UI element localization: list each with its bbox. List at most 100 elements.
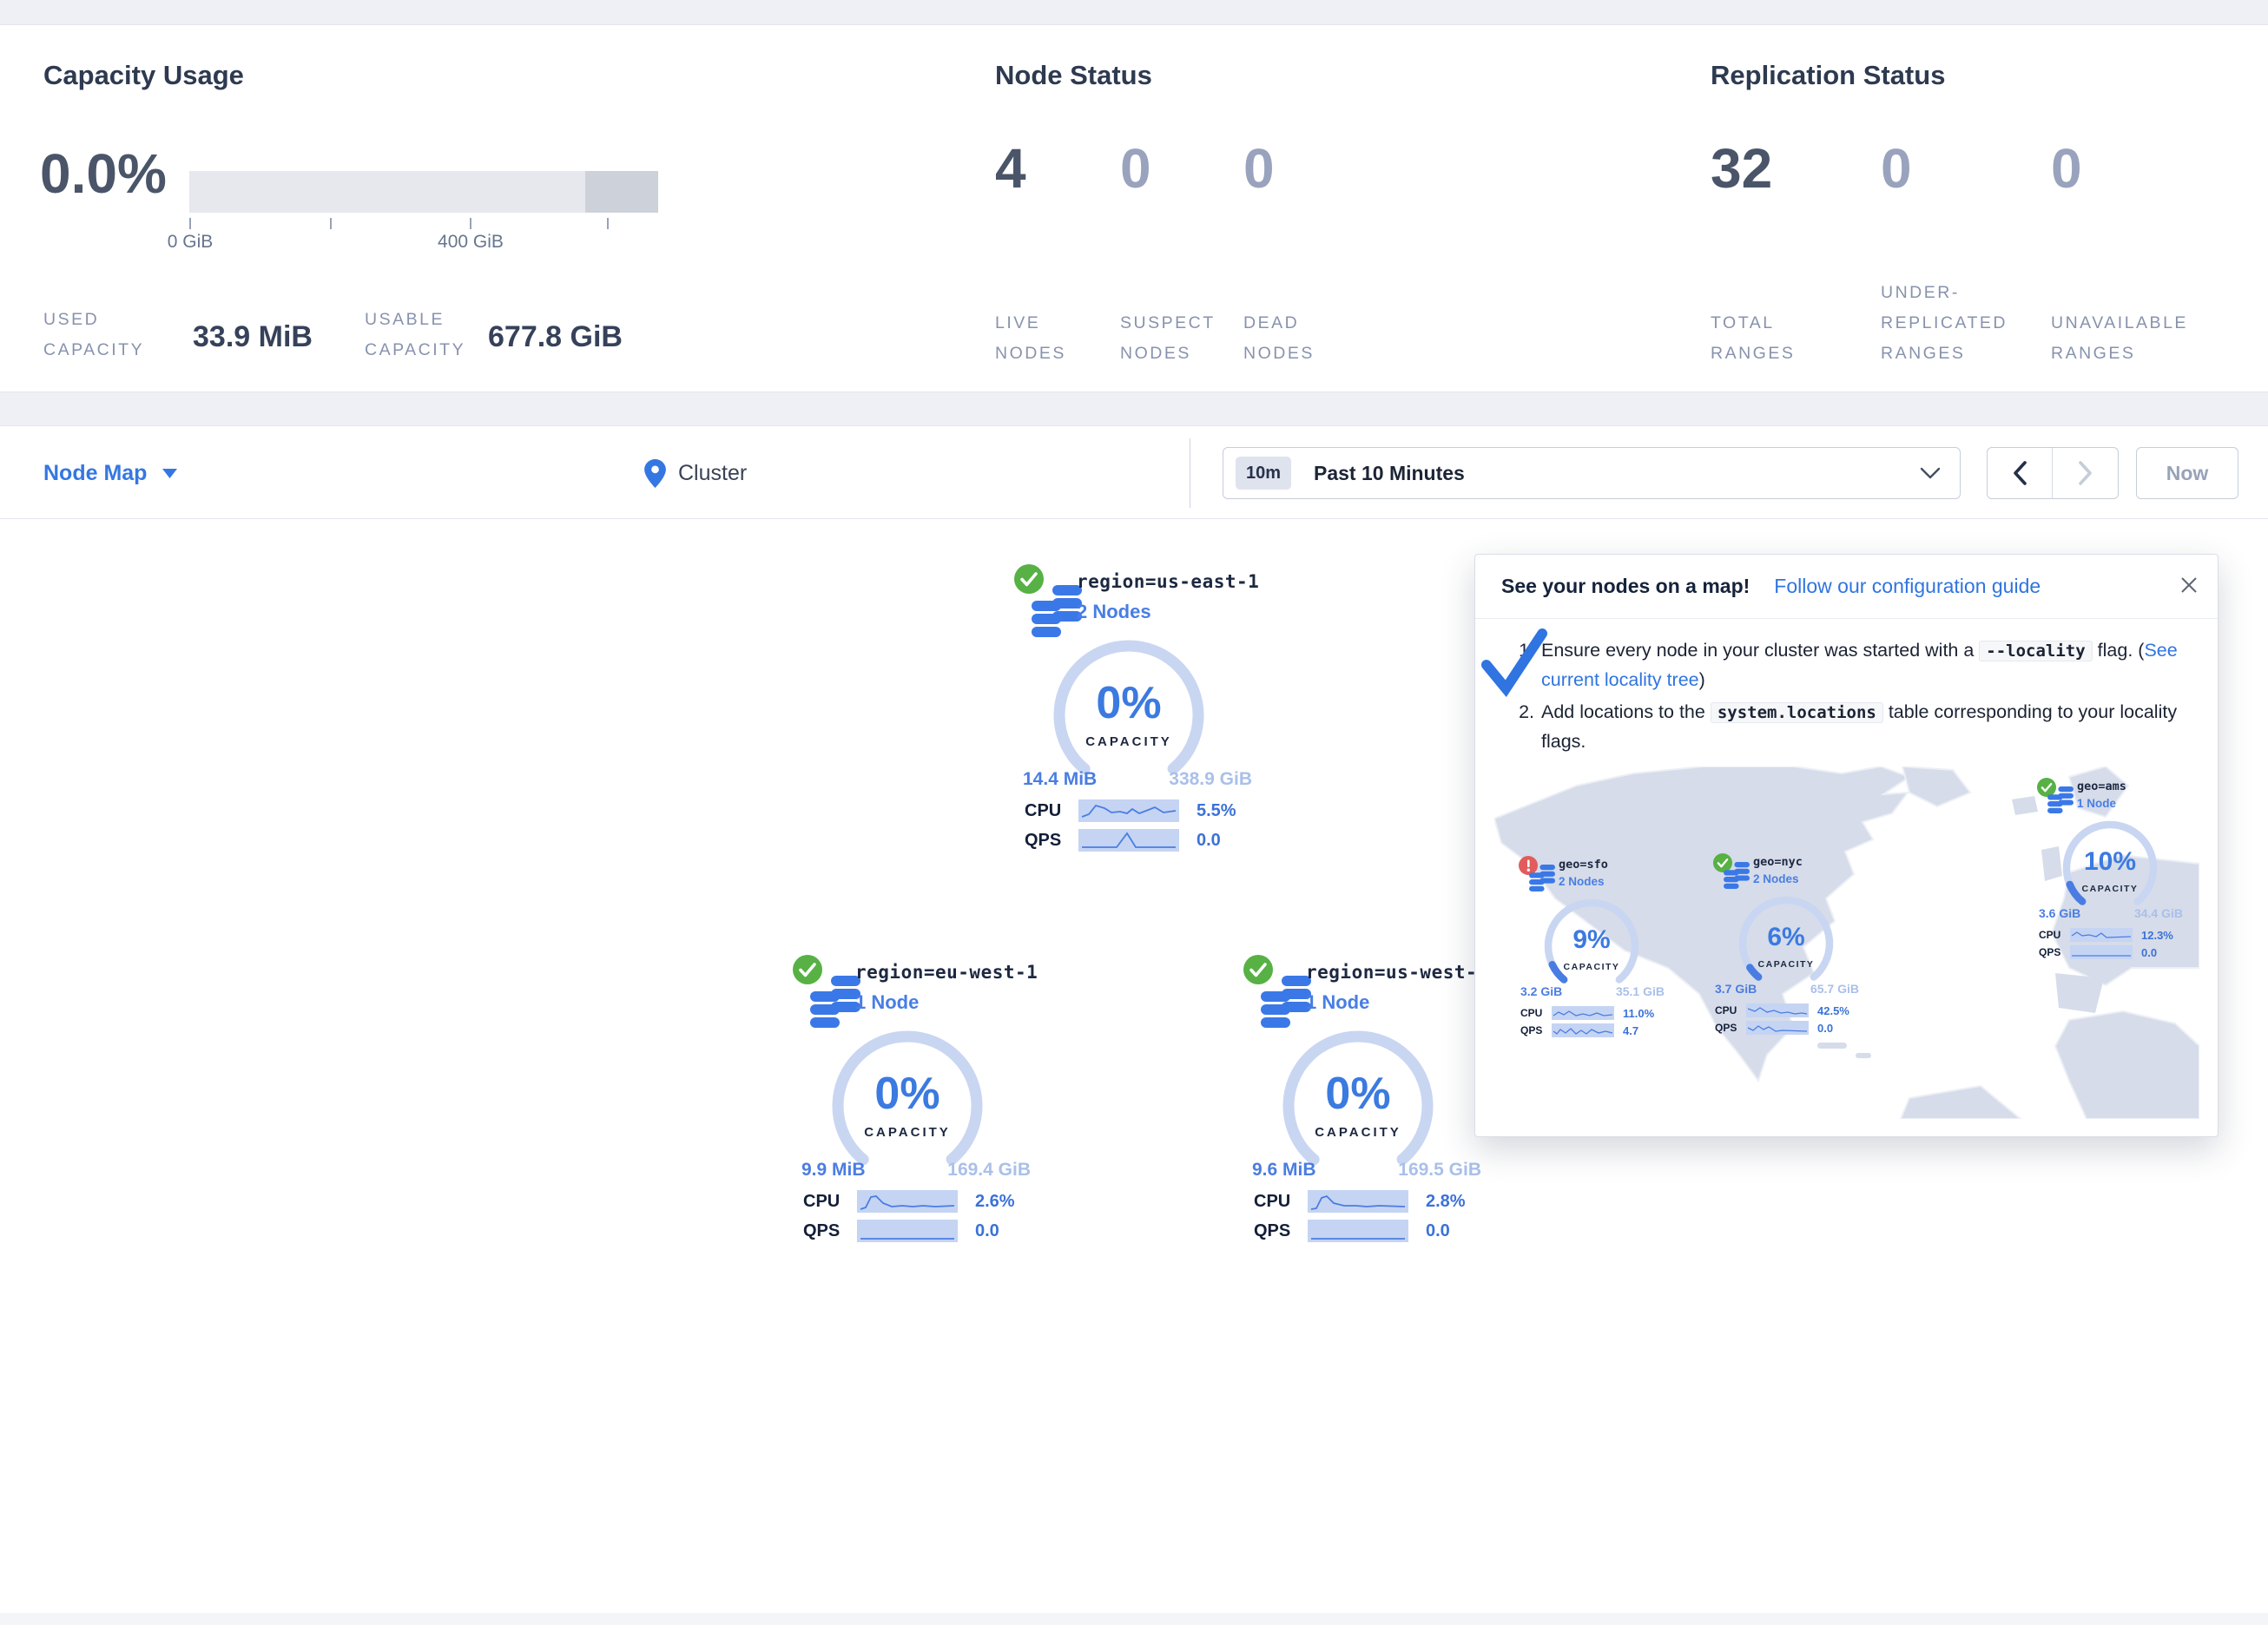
used-capacity: 9.9 MiB (801, 1160, 866, 1181)
step-text-segment: flag. ( (2093, 640, 2145, 661)
suspect-nodes-label: SUSPECT NODES (1120, 308, 1216, 369)
time-range-dropdown[interactable]: 10m Past 10 Minutes (1223, 447, 1961, 499)
under-replicated-count: 0 (1881, 136, 1912, 201)
setup-steps: 1. Ensure every node in your cluster was… (1475, 619, 2218, 756)
cpu-sparkline (2070, 928, 2133, 942)
total-capacity: 169.5 GiB (1398, 1160, 1481, 1181)
cpu-label: CPU (1254, 1192, 1308, 1212)
breadcrumb[interactable]: Cluster (644, 426, 747, 520)
step-text-segment: Add locations to the (1541, 701, 1711, 722)
qps-value: 0.0 (1197, 831, 1221, 851)
database-icon (1529, 865, 1555, 892)
map-node-geo-nyc: geo=nyc 2 Nodes 6% CAPACITY 3.7 GiB 65.7… (1713, 853, 1863, 1037)
time-forward-button[interactable] (2053, 448, 2118, 498)
used-capacity-label: USED CAPACITY (43, 305, 144, 365)
database-icon (1032, 585, 1082, 639)
capacity-word: CAPACITY (826, 1125, 989, 1140)
capacity-axis-tick (607, 218, 609, 229)
qps-label: QPS (2039, 946, 2070, 958)
page-footer-strip (0, 1613, 2268, 1625)
configuration-guide-link[interactable]: Follow our configuration guide (1774, 575, 2041, 598)
used-capacity: 3.2 GiB (1520, 984, 1562, 998)
node-count-link[interactable]: 2 Nodes (1077, 601, 1151, 623)
step-number: 2. (1507, 698, 1534, 756)
used-capacity: 9.6 MiB (1252, 1160, 1316, 1181)
database-icon (1261, 976, 1311, 1030)
map-node-geo-ams: geo=ams 1 Node 10% CAPACITY 3.6 GiB 34.4… (2037, 778, 2186, 962)
capacity-word: CAPACITY (1047, 734, 1210, 749)
time-range-value: Past 10 Minutes (1314, 462, 1465, 485)
capacity-percent: 9% (1539, 925, 1644, 955)
qps-label: QPS (1520, 1024, 1552, 1036)
qps-sparkline (1078, 829, 1179, 852)
capacity-axis-label-0: 0 GiB (129, 232, 251, 253)
region-node-eu-west-1[interactable]: region=eu-west-1 1 Node 0% CAPACITY 9.9 … (786, 955, 1046, 1250)
setup-step-1: 1. Ensure every node in your cluster was… (1507, 636, 2192, 694)
qps-label: QPS (1254, 1221, 1308, 1241)
region-label: region=eu-west-1 (855, 962, 1038, 983)
qps-sparkline (1746, 1021, 1809, 1035)
qps-label: QPS (1715, 1022, 1746, 1034)
region-node-us-east-1[interactable]: region=us-east-1 2 Nodes 0% CAPACITY 14.… (1007, 564, 1268, 859)
cpu-value: 2.8% (1426, 1192, 1466, 1212)
qps-sparkline (1552, 1023, 1614, 1037)
qps-sparkline (857, 1220, 958, 1242)
capacity-word: CAPACITY (1539, 962, 1644, 972)
capacity-axis-tick (330, 218, 332, 229)
cpu-sparkline (1308, 1190, 1408, 1213)
qps-value: 0.0 (2141, 946, 2157, 959)
time-step-buttons (1987, 447, 2119, 499)
total-capacity: 338.9 GiB (1169, 769, 1252, 790)
cpu-label: CPU (1520, 1007, 1552, 1019)
code-span: system.locations (1711, 702, 1883, 723)
setup-step-2: 2. Add locations to the system.locations… (1507, 698, 2192, 756)
capacity-usage-title: Capacity Usage (43, 60, 244, 91)
cpu-value: 42.5% (1817, 1004, 1849, 1017)
database-icon (1724, 862, 1750, 890)
cpu-value: 11.0% (1623, 1007, 1654, 1020)
used-capacity: 3.6 GiB (2039, 906, 2080, 920)
chevron-down-icon (1920, 467, 1941, 479)
node-count: 2 Nodes (1559, 875, 1605, 888)
total-capacity: 35.1 GiB (1616, 984, 1665, 998)
capacity-percent: 0% (826, 1068, 989, 1120)
step-text: Add locations to the system.locations ta… (1541, 698, 2184, 756)
now-button[interactable]: Now (2136, 447, 2238, 499)
capacity-percent: 6% (1734, 923, 1838, 952)
node-count: 2 Nodes (1753, 872, 1799, 885)
region-label: region=us-west-1 (1306, 962, 1488, 983)
view-mode-label: Node Map (43, 461, 147, 486)
time-back-button[interactable] (1988, 448, 2053, 498)
qps-value: 4.7 (1623, 1024, 1638, 1037)
node-count-link[interactable]: 1 Node (1306, 991, 1369, 1014)
replication-status-title: Replication Status (1711, 60, 1945, 91)
capacity-word: CAPACITY (1276, 1125, 1440, 1140)
capacity-axis-tick (470, 218, 471, 229)
cpu-value: 5.5% (1197, 801, 1236, 821)
cpu-sparkline (857, 1190, 958, 1213)
qps-value: 0.0 (1817, 1022, 1833, 1035)
chevron-down-icon (162, 469, 177, 478)
total-ranges-label: TOTAL RANGES (1711, 308, 1795, 369)
unavailable-ranges-count: 0 (2051, 136, 2082, 201)
usable-capacity-value: 677.8 GiB (488, 320, 623, 354)
view-mode-dropdown[interactable]: Node Map (43, 426, 177, 520)
step-text-segment: ) (1699, 669, 1705, 690)
map-pin-icon (644, 459, 666, 488)
cpu-sparkline (1552, 1006, 1614, 1020)
chevron-left-icon (2013, 461, 2027, 485)
region-label: region=us-east-1 (1077, 571, 1259, 592)
map-node-geo-sfo: geo=sfo 2 Nodes 9% CAPACITY 3.2 GiB 35.1… (1519, 856, 1668, 1040)
close-icon[interactable] (2179, 576, 2199, 599)
step-text: Ensure every node in your cluster was st… (1541, 636, 2184, 694)
check-icon (1480, 626, 1548, 697)
node-count-link[interactable]: 1 Node (855, 991, 919, 1014)
capacity-usage-bar-segment (585, 171, 658, 213)
cpu-value: 2.6% (975, 1192, 1015, 1212)
region-node-us-west-1[interactable]: region=us-west-1 1 Node 0% CAPACITY 9.6 … (1236, 955, 1497, 1250)
database-icon (810, 976, 860, 1030)
live-nodes-count: 4 (995, 136, 1026, 201)
locality-label: geo=ams (2077, 780, 2126, 793)
used-capacity: 3.7 GiB (1715, 982, 1757, 996)
cpu-sparkline (1746, 1003, 1809, 1017)
